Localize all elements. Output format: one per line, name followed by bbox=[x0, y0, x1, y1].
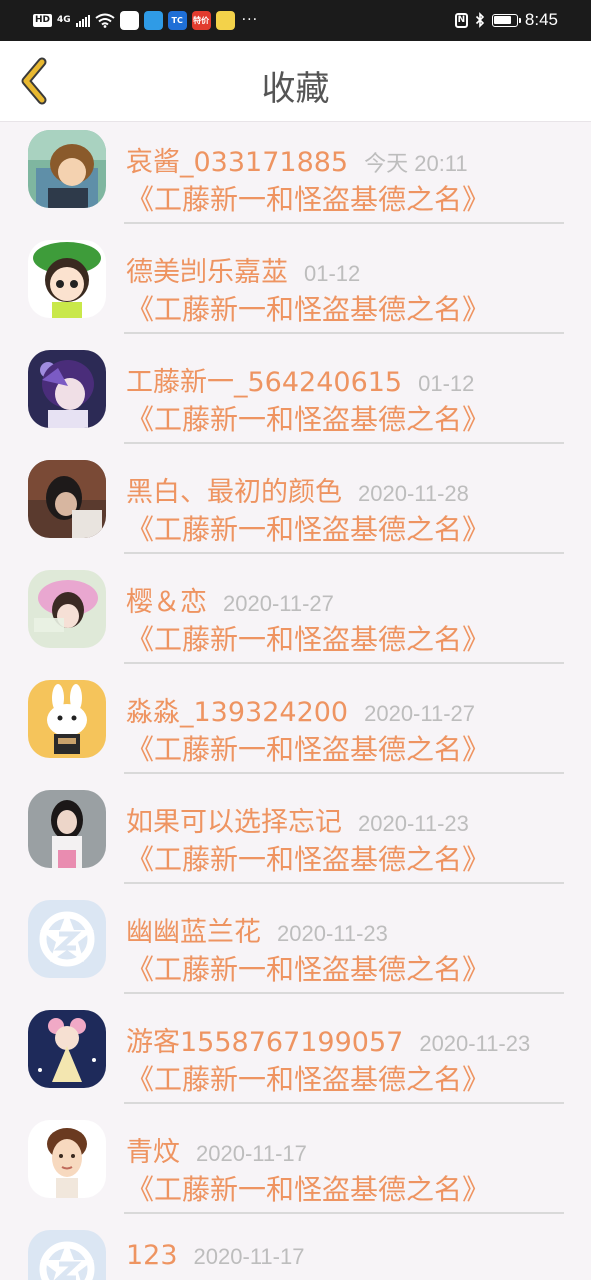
list-item[interactable]: 幽幽蓝兰花 2020-11-23 《工藤新一和怪盗基德之名》 bbox=[0, 892, 591, 1002]
anime-boy-avatar[interactable] bbox=[28, 130, 106, 208]
book-title-link[interactable]: 《工藤新一和怪盗基德之名》 bbox=[126, 1168, 490, 1208]
item-header: 黑白、最初的颜色 2020-11-28 bbox=[126, 470, 469, 509]
user-name[interactable]: 123 bbox=[126, 1240, 178, 1271]
book-title-link[interactable]: 《工藤新一和怪盗基德之名》 bbox=[126, 838, 490, 878]
book-title-link[interactable]: 《工藤新一和怪盗基德之名》 bbox=[126, 288, 490, 328]
divider bbox=[124, 1102, 564, 1104]
book-title-link[interactable]: 《工藤新一和怪盗基德之名》 bbox=[126, 1058, 490, 1098]
timestamp: 2020-11-27 bbox=[364, 701, 476, 726]
dark-photo-avatar[interactable] bbox=[28, 460, 106, 538]
list-item[interactable]: 樱＆恋 2020-11-27 《工藤新一和怪盗基德之名》 bbox=[0, 562, 591, 672]
network-type-label: 4G bbox=[57, 14, 71, 25]
user-name[interactable]: 青炆 bbox=[126, 1130, 180, 1169]
timestamp: 2020-11-23 bbox=[277, 921, 388, 946]
list-item[interactable]: 德美剀乐嘉莁 01-12 《工藤新一和怪盗基德之名》 bbox=[0, 232, 591, 342]
clock: 8:45 bbox=[524, 10, 558, 29]
timestamp: 01-12 bbox=[418, 371, 475, 396]
timestamp: 2020-11-17 bbox=[196, 1141, 307, 1166]
bluetooth-icon bbox=[475, 11, 485, 28]
timestamp: 2020-11-23 bbox=[358, 811, 469, 836]
page-title: 收藏 bbox=[261, 69, 330, 109]
emoji-app-icon bbox=[215, 10, 235, 30]
item-header: 123 2020-11-17 bbox=[126, 1240, 304, 1271]
user-name[interactable]: 淼淼_139324200 bbox=[126, 690, 348, 729]
battery-icon bbox=[491, 13, 521, 27]
timestamp: 2020-11-28 bbox=[358, 481, 469, 506]
browser-app-icon bbox=[143, 10, 163, 30]
timestamp: 01-12 bbox=[304, 261, 361, 286]
hd-icon: HD bbox=[33, 13, 53, 27]
divider bbox=[124, 662, 564, 664]
wifi-icon bbox=[95, 13, 115, 28]
item-header: 幽幽蓝兰花 2020-11-23 bbox=[126, 910, 388, 949]
pink-girl-avatar[interactable] bbox=[28, 570, 106, 648]
book-title-link[interactable]: 《工藤新一和怪盗基德之名》 bbox=[126, 948, 490, 988]
item-header: 德美剀乐嘉莁 01-12 bbox=[126, 250, 360, 289]
cartoon-boy-avatar[interactable] bbox=[28, 1120, 106, 1198]
list-item[interactable]: 123 2020-11-17 bbox=[0, 1222, 591, 1280]
user-name[interactable]: 黑白、最初的颜色 bbox=[126, 470, 342, 509]
divider bbox=[124, 772, 564, 774]
user-name[interactable]: 幽幽蓝兰花 bbox=[126, 910, 261, 949]
user-name[interactable]: 如果可以选择忘记 bbox=[126, 800, 342, 839]
divider bbox=[124, 442, 564, 444]
green-hat-girl-avatar[interactable] bbox=[28, 240, 106, 318]
book-title-link[interactable]: 《工藤新一和怪盗基德之名》 bbox=[126, 728, 490, 768]
tc-app-icon: TC bbox=[167, 10, 187, 30]
book-title-link[interactable]: 《工藤新一和怪盗基德之名》 bbox=[126, 398, 490, 438]
divider bbox=[124, 992, 564, 994]
nfc-icon: N bbox=[454, 12, 468, 28]
timestamp: 2020-11-17 bbox=[193, 1244, 305, 1269]
item-header: 工藤新一_564240615 01-12 bbox=[126, 360, 474, 399]
timestamp: 今天 20:11 bbox=[364, 151, 468, 176]
list-item[interactable]: 青炆 2020-11-17 《工藤新一和怪盗基德之名》 bbox=[0, 1112, 591, 1222]
item-header: 如果可以选择忘记 2020-11-23 bbox=[126, 800, 469, 839]
item-header: 淼淼_139324200 2020-11-27 bbox=[126, 690, 475, 729]
item-header: 樱＆恋 2020-11-27 bbox=[126, 580, 334, 619]
book-title-link[interactable]: 《工藤新一和怪盗基德之名》 bbox=[126, 618, 490, 658]
divider bbox=[124, 1212, 564, 1214]
divider bbox=[124, 882, 564, 884]
divider bbox=[124, 552, 564, 554]
timestamp: 2020-11-23 bbox=[419, 1031, 531, 1056]
user-name[interactable]: 德美剀乐嘉莁 bbox=[126, 250, 288, 289]
status-right: N 8:45 bbox=[454, 9, 558, 31]
teddy-app-icon bbox=[119, 10, 139, 30]
purple-hair-anime-avatar[interactable] bbox=[28, 350, 106, 428]
status-left: HD 4G TC 特价 ··· bbox=[33, 9, 258, 31]
list-item[interactable]: 哀酱_033171885 今天 20:11 《工藤新一和怪盗基德之名》 bbox=[0, 122, 591, 232]
news-app-icon: 特价 bbox=[191, 10, 211, 30]
divider bbox=[124, 332, 564, 334]
list-item[interactable]: 淼淼_139324200 2020-11-27 《工藤新一和怪盗基德之名》 bbox=[0, 672, 591, 782]
item-header: 青炆 2020-11-17 bbox=[126, 1130, 307, 1169]
item-header: 哀酱_033171885 今天 20:11 bbox=[126, 140, 468, 179]
user-name[interactable]: 游客1558767199057 bbox=[126, 1020, 403, 1059]
user-name[interactable]: 工藤新一_564240615 bbox=[126, 360, 402, 399]
girl-photo-avatar[interactable] bbox=[28, 790, 106, 868]
default-star-avatar[interactable] bbox=[28, 900, 106, 978]
divider bbox=[124, 222, 564, 224]
doll-avatar[interactable] bbox=[28, 1010, 106, 1088]
timestamp: 2020-11-27 bbox=[223, 591, 334, 616]
list-item[interactable]: 游客1558767199057 2020-11-23 《工藤新一和怪盗基德之名》 bbox=[0, 1002, 591, 1112]
book-title-link[interactable]: 《工藤新一和怪盗基德之名》 bbox=[126, 508, 490, 548]
list-item[interactable]: 如果可以选择忘记 2020-11-23 《工藤新一和怪盗基德之名》 bbox=[0, 782, 591, 892]
bunny-avatar[interactable] bbox=[28, 680, 106, 758]
item-header: 游客1558767199057 2020-11-23 bbox=[126, 1020, 530, 1059]
status-bar: HD 4G TC 特价 ··· N 8:45 bbox=[0, 0, 591, 41]
list-item[interactable]: 黑白、最初的颜色 2020-11-28 《工藤新一和怪盗基德之名》 bbox=[0, 452, 591, 562]
default-star-avatar[interactable] bbox=[28, 1230, 106, 1280]
user-name[interactable]: 哀酱_033171885 bbox=[126, 140, 348, 179]
user-name[interactable]: 樱＆恋 bbox=[126, 580, 207, 619]
more-notifications-icon: ··· bbox=[241, 12, 259, 28]
list-item[interactable]: 工藤新一_564240615 01-12 《工藤新一和怪盗基德之名》 bbox=[0, 342, 591, 452]
signal-icon bbox=[75, 14, 90, 27]
book-title-link[interactable]: 《工藤新一和怪盗基德之名》 bbox=[126, 178, 490, 218]
app-header: 收藏 bbox=[0, 41, 591, 122]
